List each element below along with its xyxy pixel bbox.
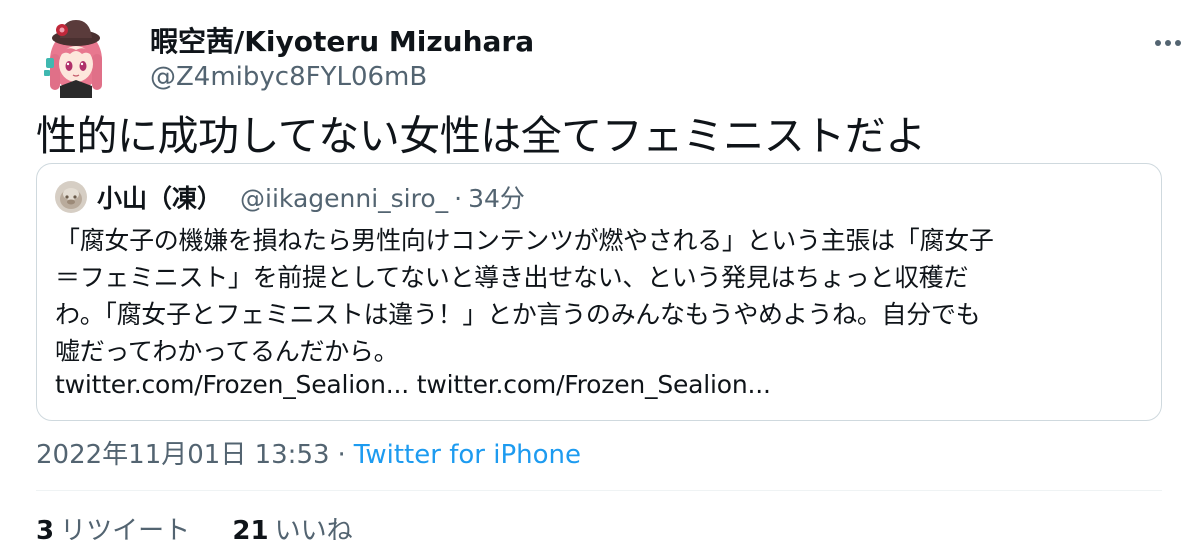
quoted-tweet-card[interactable]: 小山（凍） @iikagenni_siro_ · 34分 「腐女子の機嫌を損ねたら男性… xyxy=(36,163,1162,421)
meta-separator: · xyxy=(337,440,346,470)
quote-text-line: ＝フェミニスト」を前提としてないと導き出せない、という発見はちょっと収穫だ xyxy=(55,263,969,292)
quote-timestamp[interactable]: 34分 xyxy=(468,184,525,213)
author-handle[interactable]: @Z4mibyc8FYL06mB xyxy=(150,62,427,92)
more-horizontal-icon xyxy=(1155,40,1181,46)
quote-handle[interactable]: @iikagenni_siro_ xyxy=(240,184,448,213)
quote-text-line: 嘘だってわかってるんだから。 xyxy=(55,337,399,366)
tweet-source-link[interactable]: Twitter for iPhone xyxy=(354,440,581,470)
divider xyxy=(36,490,1162,491)
likes-label: いいね xyxy=(274,516,353,546)
tweet-stats: 3 リツイート 21 いいね xyxy=(36,510,387,547)
retweets-label: リツイート xyxy=(60,516,191,546)
likes-stat[interactable]: 21 いいね xyxy=(232,516,352,546)
quote-link[interactable]: twitter.com/Frozen_Sealion... xyxy=(55,370,409,399)
tweet-timestamp[interactable]: 2022年11月01日 13:53 xyxy=(36,440,330,470)
quote-link[interactable]: twitter.com/Frozen_Sealion... xyxy=(417,370,771,399)
author-avatar[interactable] xyxy=(36,14,116,98)
retweets-stat[interactable]: 3 リツイート xyxy=(36,516,190,546)
quote-text-line: 「腐女子の機嫌を損ねたら男性向けコンテンツが燃やされる」という主張は「腐女子 xyxy=(55,226,994,255)
quote-links: twitter.com/Frozen_Sealion... twitter.co… xyxy=(55,370,771,399)
quote-avatar[interactable] xyxy=(55,181,87,213)
quote-text: 「腐女子の機嫌を損ねたら男性向けコンテンツが燃やされる」という主張は「腐女子 ＝… xyxy=(55,222,1145,370)
quote-separator: · xyxy=(454,184,463,213)
quote-text-line: わ。「腐女子とフェミニストは違う！」とか言うのみんなもうやめようね。自分でも xyxy=(55,300,981,329)
anime-girl-avatar-icon xyxy=(44,20,102,98)
quote-header: 小山（凍） @iikagenni_siro_ · 34分 xyxy=(97,179,525,215)
author-display-name[interactable]: 暇空茜/Kiyoteru Mizuhara xyxy=(150,20,534,60)
quote-display-name[interactable]: 小山（凍） xyxy=(97,184,222,213)
retweets-count: 3 xyxy=(36,516,55,546)
more-options-button[interactable] xyxy=(1150,28,1186,58)
quote-user-avatar-icon xyxy=(55,181,87,213)
tweet-meta: 2022年11月01日 13:53 · Twitter for iPhone xyxy=(36,434,581,471)
likes-count: 21 xyxy=(232,516,269,546)
tweet-text: 性的に成功してない女性は全てフェミニストだよ xyxy=(36,112,926,160)
